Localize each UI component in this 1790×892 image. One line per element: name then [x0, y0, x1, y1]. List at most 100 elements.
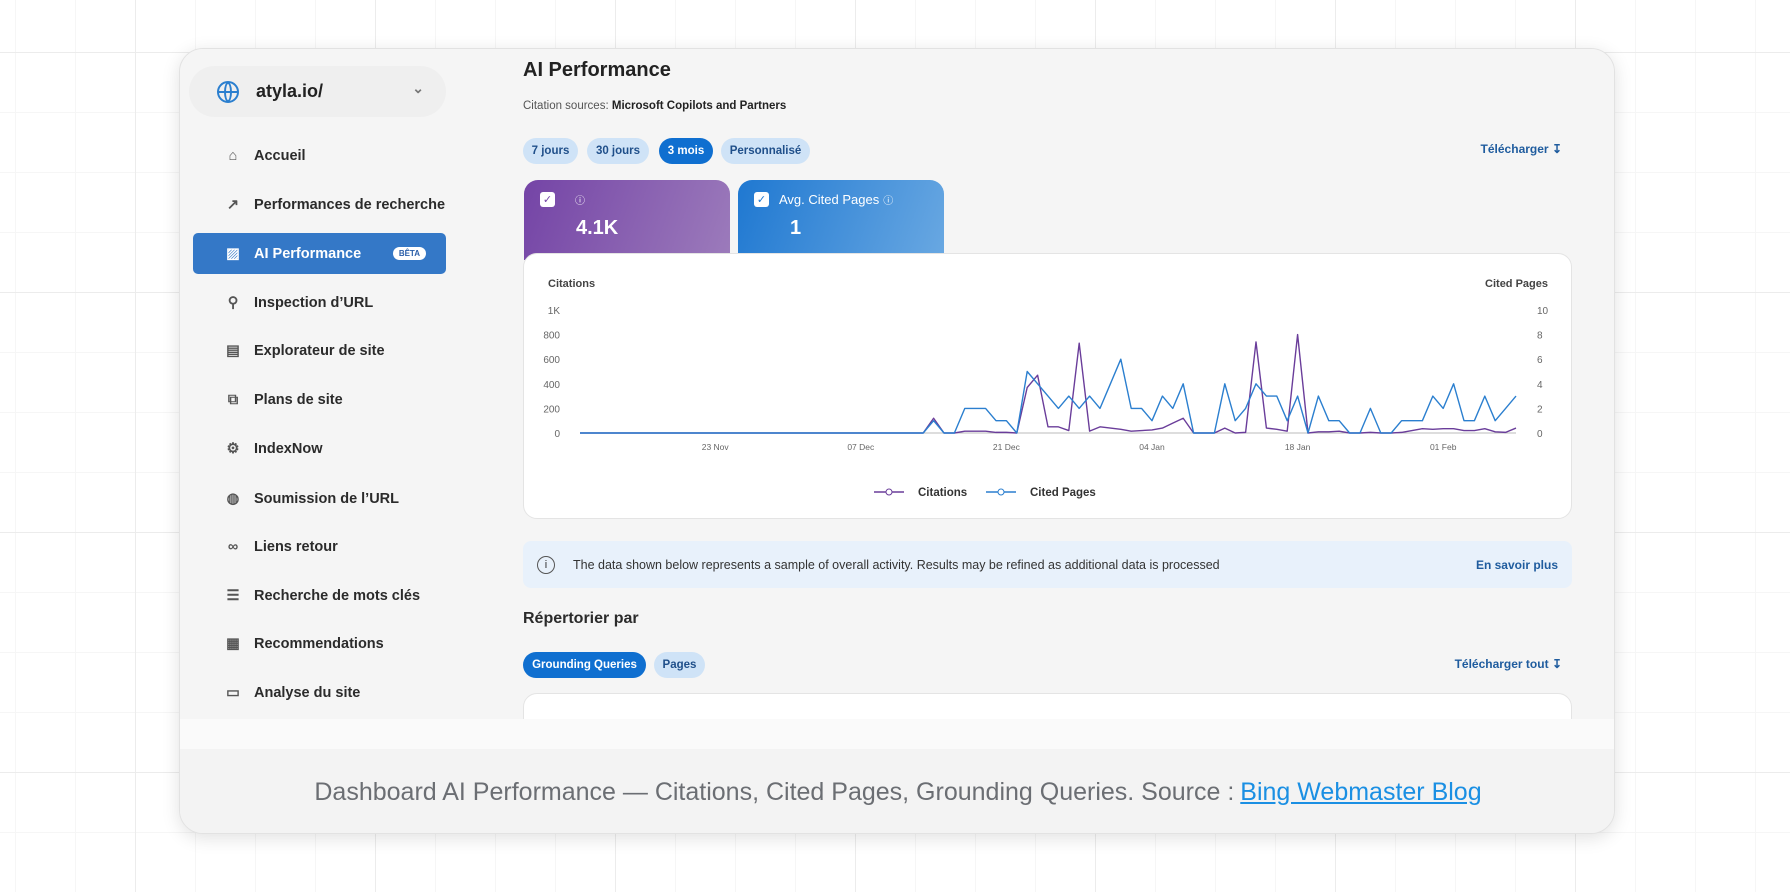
caption: Dashboard AI Performance — Citations, Ci… — [180, 749, 1614, 833]
download-label: Télécharger — [1480, 142, 1549, 156]
globe-icon — [217, 80, 239, 103]
checkbox-icon[interactable]: ✓ — [754, 192, 769, 207]
site-name: atyla.io/ — [256, 81, 324, 101]
search-icon: ⚲ — [227, 294, 239, 311]
sidebar-item-label: Soumission de l’URL — [254, 490, 400, 507]
sources-label: Citation sources: — [523, 100, 609, 112]
range-7-days[interactable]: 7 jours — [523, 138, 578, 164]
sidebar-item-label: IndexNow — [254, 440, 323, 457]
info-icon: ⓘ — [883, 196, 894, 207]
y-tick-label: 0 — [554, 429, 560, 440]
download-all-label: Télécharger tout — [1454, 657, 1549, 671]
range-custom[interactable]: Personnalisé — [721, 138, 810, 164]
report-icon: ▦ — [226, 635, 240, 652]
download-icon: ↧ — [1551, 142, 1562, 156]
sidebar-item-plans-de-site[interactable]: ⧉ Plans de site — [193, 379, 446, 420]
x-tick-label: 18 Jan — [1285, 442, 1311, 452]
sidebar-item-performances-de-recherche[interactable]: ↗ Performances de recherche — [193, 184, 446, 225]
line-chart: Citations Cited Pages 0 200 400 600 800 1K 0 2 4 6 8… — [543, 278, 1549, 499]
tab-grounding-queries[interactable]: Grounding Queries — [523, 652, 646, 678]
y2-tick-label: 10 — [1537, 306, 1549, 317]
y2-tick-label: 8 — [1537, 331, 1543, 342]
x-tick-label: 01 Feb — [1430, 442, 1457, 452]
y2-tick-label: 0 — [1537, 429, 1543, 440]
y-tick-label: 400 — [543, 380, 560, 391]
legend-marker — [885, 488, 893, 496]
sidebar-item-label: Recherche de mots clés — [254, 587, 421, 604]
sidebar-item-label: Analyse du site — [254, 684, 361, 701]
series-line-citations — [580, 333, 1517, 434]
sidebar-item-inspection-d-url[interactable]: ⚲ Inspection d’URL — [193, 282, 446, 323]
sidebar-item-label: Accueil — [254, 147, 306, 164]
x-tick-label: 21 Dec — [993, 442, 1021, 452]
sidebar-item-label: Performances de recherche — [254, 196, 446, 213]
x-tick-label: 04 Jan — [1139, 442, 1165, 452]
screenshot-card: atyla.io/ ⌄ ⌂ Accueil ↗ Performances de rec… — [179, 48, 1615, 834]
gear-icon: ⚙ — [226, 440, 240, 457]
beta-badge: BÊTA — [392, 247, 426, 260]
list-icon: ☰ — [226, 587, 240, 604]
sidebar-item-explorateur-de-site[interactable]: ▤ Explorateur de site — [193, 330, 446, 371]
legend-label[interactable]: Citations — [918, 487, 967, 499]
sidebar-item-label: Inspection d’URL — [254, 294, 374, 311]
table-card — [523, 693, 1572, 719]
y2-tick-label: 6 — [1537, 355, 1543, 366]
metric-card-cited-pages[interactable]: ✓ Avg. Cited Pages ⓘ 1 — [738, 180, 944, 260]
caption-text: Dashboard AI Performance — Citations, Ci… — [314, 777, 1235, 806]
range-3-months[interactable]: 3 mois — [659, 138, 713, 164]
metric-card-citations[interactable]: ✓ ⓘ 4.1K — [524, 180, 730, 260]
citation-sources: Citation sources: Microsoft Copilots and… — [523, 100, 786, 112]
y2-tick-label: 4 — [1537, 380, 1543, 391]
sidebar-item-liens-retour[interactable]: ∞ Liens retour — [193, 526, 446, 567]
x-tick-label: 23 Nov — [702, 442, 730, 452]
metric-value: 1 — [790, 217, 802, 239]
dashboard-screenshot: atyla.io/ ⌄ ⌂ Accueil ↗ Performances de rec… — [180, 49, 1614, 719]
tab-pages[interactable]: Pages — [654, 652, 705, 678]
y-axis-title: Citations — [548, 278, 595, 290]
sources-value: Microsoft Copilots and Partners — [611, 100, 787, 112]
chart-icon: ▨ — [226, 245, 240, 262]
sitemap-icon: ⧉ — [227, 391, 239, 408]
download-button[interactable]: Télécharger ↧ — [1481, 142, 1562, 156]
trend-icon: ↗ — [226, 196, 240, 213]
x-tick-label: 07 Dec — [847, 442, 875, 452]
learn-more-link[interactable]: En savoir plus — [1476, 558, 1558, 572]
sidebar-item-accueil[interactable]: ⌂ Accueil — [193, 135, 446, 176]
info-icon: ⓘ — [575, 196, 585, 207]
sidebar-item-recommendations[interactable]: ▦ Recommendations — [193, 623, 446, 664]
page-title: AI Performance — [523, 59, 671, 81]
download-icon: ↧ — [1551, 657, 1562, 671]
site-selector[interactable]: atyla.io/ ⌄ — [189, 66, 446, 117]
sidebar-item-label: Recommendations — [254, 635, 384, 652]
info-text: The data shown below represents a sample… — [573, 557, 1220, 572]
y-tick-label: 600 — [543, 355, 560, 366]
download-all-button[interactable]: Télécharger tout ↧ — [1455, 657, 1562, 671]
y-tick-label: 800 — [543, 331, 560, 342]
sidebar-item-label: Liens retour — [254, 538, 338, 555]
sidebar-item-recherche-de-mots-cle-s[interactable]: ☰ Recherche de mots clés — [193, 575, 446, 616]
source-link[interactable]: Bing Webmaster Blog — [1240, 778, 1481, 807]
sidebar-item-soumission-de-l-url[interactable]: ◍ Soumission de l’URL — [193, 478, 446, 519]
sidebar-item-indexnow[interactable]: ⚙ IndexNow — [193, 428, 446, 469]
sidebar-item-ai-performance[interactable]: ▨ AI Performance BÊTA — [193, 233, 446, 274]
browser-icon: ▭ — [226, 684, 240, 701]
sidebar-item-analyse-du-site[interactable]: ▭ Analyse du site — [193, 672, 446, 713]
chevron-down-icon: ⌄ — [412, 80, 424, 96]
divider-strip — [180, 719, 1614, 749]
y2-axis-title: Cited Pages — [1485, 278, 1548, 290]
sidebar-item-label: AI Performance — [254, 245, 362, 262]
range-30-days[interactable]: 30 jours — [587, 138, 649, 164]
globe-icon: ◍ — [226, 490, 240, 507]
y-tick-label: 200 — [543, 404, 560, 415]
checkbox-icon[interactable]: ✓ — [540, 192, 555, 207]
metric-label: Avg. Cited Pages — [779, 192, 880, 207]
link-icon: ∞ — [227, 538, 239, 555]
legend-label[interactable]: Cited Pages — [1030, 487, 1096, 499]
chart-card: Citations Cited Pages 0 200 400 600 800 1K 0 2 4 6 8… — [523, 253, 1572, 519]
home-icon: ⌂ — [228, 147, 238, 164]
info-icon: i — [537, 555, 555, 574]
document-icon: ▤ — [226, 342, 240, 359]
y2-tick-label: 2 — [1537, 404, 1543, 415]
sidebar-item-label: Plans de site — [254, 391, 343, 408]
list-by-title: Répertorier par — [523, 610, 639, 627]
